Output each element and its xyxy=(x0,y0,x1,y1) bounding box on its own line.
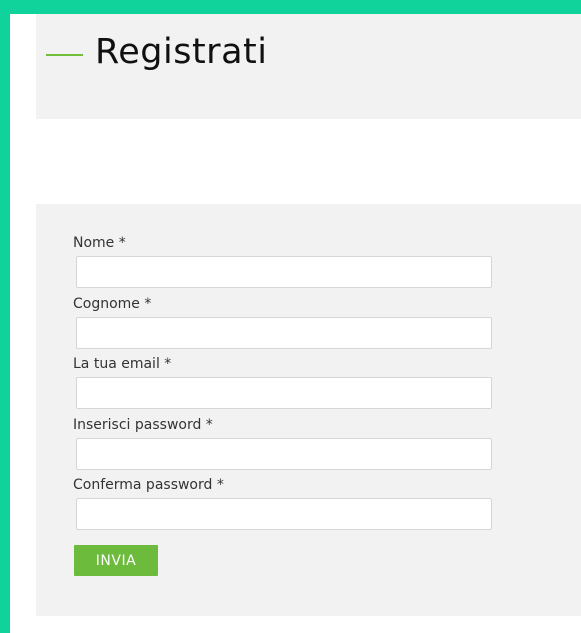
registration-form: Nome * Cognome * La tua email * Inserisc… xyxy=(36,204,581,616)
cognome-input[interactable] xyxy=(76,317,492,349)
password-label: Inserisci password * xyxy=(73,417,213,433)
field-nome: Nome * xyxy=(73,234,493,288)
field-confirm-password: Conferma password * xyxy=(73,476,493,530)
field-email: La tua email * xyxy=(73,355,493,409)
nome-label: Nome * xyxy=(73,235,126,251)
cognome-label: Cognome * xyxy=(73,296,152,312)
field-password: Inserisci password * xyxy=(73,416,493,470)
title-dash-decoration xyxy=(46,54,83,56)
title-row: Registrati xyxy=(46,32,267,72)
password-input[interactable] xyxy=(76,438,492,470)
confirm-password-label: Conferma password * xyxy=(73,477,224,493)
nome-input[interactable] xyxy=(76,256,492,288)
email-input[interactable] xyxy=(76,377,492,409)
page-container: Registrati Nome * Cognome * La tua email… xyxy=(10,14,581,633)
field-cognome: Cognome * xyxy=(73,295,493,349)
email-label: La tua email * xyxy=(73,356,172,372)
page-title: Registrati xyxy=(95,32,268,72)
submit-button[interactable]: INVIA xyxy=(74,545,158,576)
confirm-password-input[interactable] xyxy=(76,498,492,530)
